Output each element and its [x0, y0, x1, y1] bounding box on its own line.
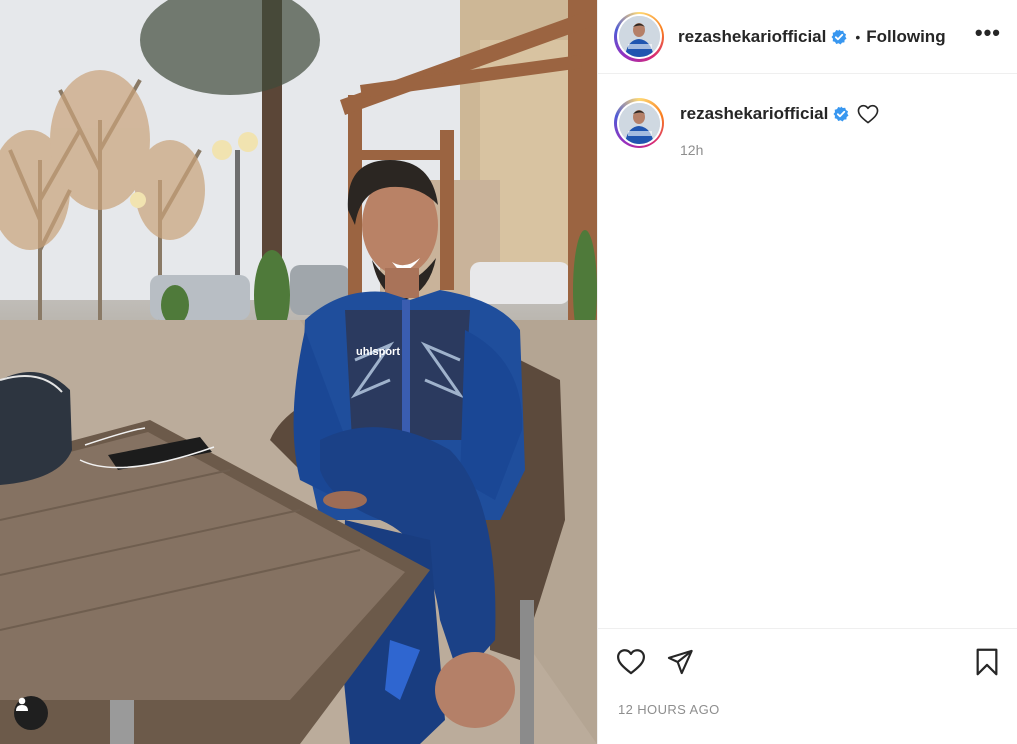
verified-badge-icon [833, 106, 849, 122]
photo-scene: uhlsport [0, 0, 597, 744]
caption-relative-time[interactable]: 12h [680, 142, 879, 158]
avatar[interactable] [614, 11, 664, 62]
share-paper-plane-icon[interactable] [666, 648, 694, 676]
caption-avatar[interactable] [614, 98, 664, 148]
like-heart-icon[interactable] [616, 648, 646, 675]
post-sidebar: rezashekariofficial • Following ••• reza… [597, 0, 1017, 744]
post-timestamp[interactable]: 12 HOURS AGO [598, 694, 1017, 744]
post-viewer: uhlsport rezashekariofficial • Following… [0, 0, 1017, 744]
more-options-icon[interactable]: ••• [975, 21, 1001, 52]
header-username[interactable]: rezashekariofficial [678, 27, 826, 47]
save-bookmark-icon[interactable] [975, 648, 999, 676]
caption-section: rezashekariofficial 12h [598, 74, 1017, 628]
post-actions-bar [598, 628, 1017, 694]
caption-like-heart-icon[interactable] [857, 104, 879, 124]
post-photo[interactable]: uhlsport [0, 0, 597, 744]
caption-username[interactable]: rezashekariofficial [680, 104, 828, 124]
jacket-logo: uhlsport [356, 346, 400, 358]
post-header: rezashekariofficial • Following ••• [598, 0, 1017, 74]
header-separator: • [855, 28, 861, 45]
verified-badge-icon [831, 29, 847, 45]
user-tag-icon[interactable] [14, 696, 48, 730]
following-button[interactable]: Following [866, 27, 945, 47]
